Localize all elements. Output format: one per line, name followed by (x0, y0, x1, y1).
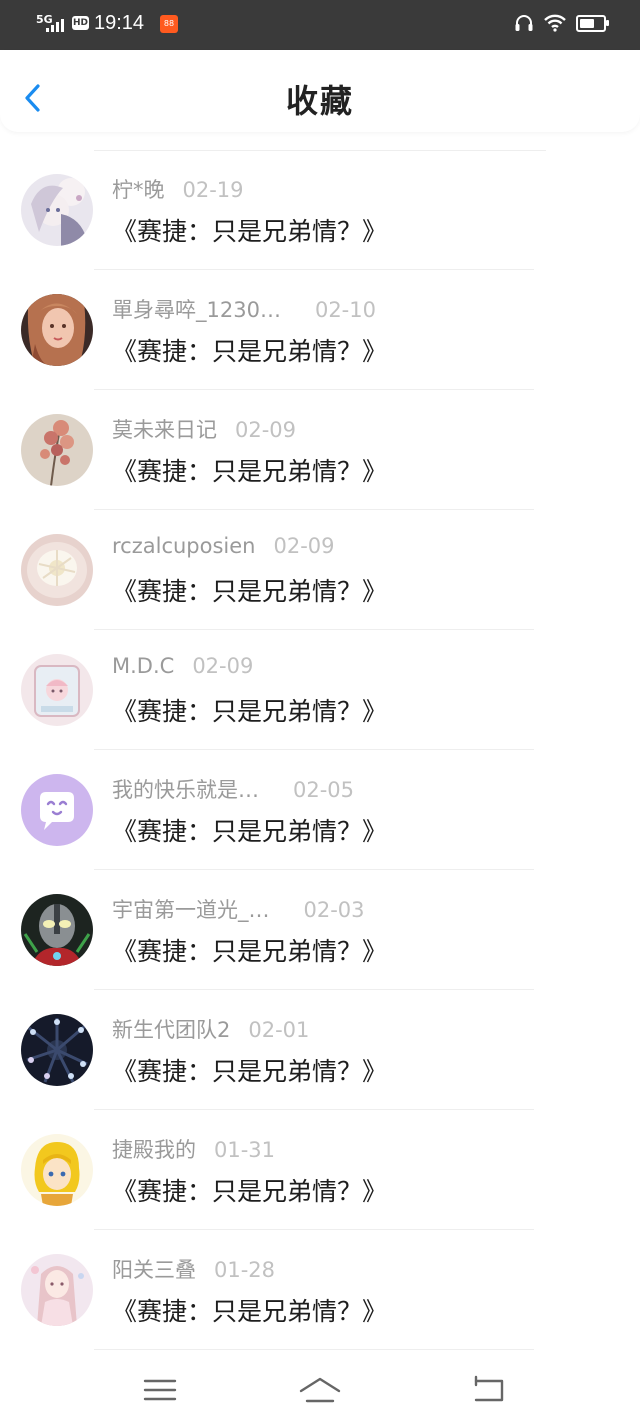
favorite-title: 《赛捷：只是兄弟情？》 (112, 217, 388, 246)
back-icon (474, 1375, 504, 1402)
favorite-item[interactable]: 莫未来日记 02-09 《赛捷：只是兄弟情？》 (0, 390, 640, 510)
username: M.D.C (112, 654, 175, 678)
date: 02-09 (235, 418, 297, 442)
favorite-title: 《赛捷：只是兄弟情？》 (112, 1177, 388, 1206)
favorite-title: 《赛捷：只是兄弟情？》 (112, 697, 388, 726)
date: 01-31 (214, 1138, 276, 1162)
username: 阳关三叠 (112, 1258, 196, 1282)
favorite-item[interactable]: 阳关三叠 01-28 《赛捷：只是兄弟情？》 (0, 1230, 640, 1350)
favorite-item[interactable]: M.D.C 02-09 《赛捷：只是兄弟情？》 (0, 630, 640, 750)
avatar[interactable] (21, 654, 93, 726)
avatar[interactable] (21, 774, 93, 846)
favorite-item[interactable]: 捷殿我的 01-31 《赛捷：只是兄弟情？》 (0, 1110, 640, 1230)
avatar[interactable] (21, 174, 93, 246)
system-nav-bar (0, 1355, 640, 1427)
date: 02-01 (248, 1018, 310, 1042)
username: 莫未来日记 (112, 418, 217, 442)
hd-badge: HD (72, 16, 89, 30)
avatar[interactable] (21, 1014, 93, 1086)
clock: 19:14 (94, 12, 145, 34)
status-bar: 5G HD 19:14 88 (0, 0, 640, 50)
date: 02-19 (182, 178, 244, 202)
signal-icon (46, 18, 64, 32)
header: 收藏 (0, 50, 640, 132)
avatar[interactable] (21, 294, 93, 366)
battery-icon (576, 14, 609, 32)
page-title: 收藏 (285, 82, 354, 120)
favorite-title: 《赛捷：只是兄弟情？》 (112, 577, 388, 606)
date: 02-03 (303, 898, 365, 922)
favorite-item[interactable]: 宇宙第一道光_… 02-03 《赛捷：只是兄弟情？》 (0, 870, 640, 990)
favorite-item[interactable]: 新生代团队2 02-01 《赛捷：只是兄弟情？》 (0, 990, 640, 1110)
date: 02-09 (273, 534, 335, 558)
favorite-title: 《赛捷：只是兄弟情？》 (112, 817, 388, 846)
favorite-title: 《赛捷：只是兄弟情？》 (112, 337, 388, 366)
avatar[interactable] (21, 1254, 93, 1326)
avatar[interactable] (21, 414, 93, 486)
username: 宇宙第一道光_… (112, 898, 270, 922)
avatar[interactable] (21, 894, 93, 966)
favorite-title: 《赛捷：只是兄弟情？》 (112, 1057, 388, 1086)
date: 02-10 (314, 298, 376, 322)
favorite-item[interactable]: rczalcuposien 02-09 《赛捷：只是兄弟情？》 (0, 510, 640, 630)
home-icon (299, 1377, 341, 1403)
favorite-item[interactable]: 我的快乐就是… 02-05 《赛捷：只是兄弟情？》 (0, 750, 640, 870)
home-button[interactable] (298, 1373, 342, 1407)
favorites-list: 柠*晚 02-19 《赛捷：只是兄弟情？》 單身尋啐_1230… 02-10 《赛捷… (0, 150, 640, 1350)
favorite-item[interactable]: 柠*晚 02-19 《赛捷：只是兄弟情？》 (0, 150, 640, 270)
favorite-title: 《赛捷：只是兄弟情？》 (112, 937, 388, 966)
date: 02-09 (192, 654, 254, 678)
wifi-icon (544, 14, 566, 32)
favorite-title: 《赛捷：只是兄弟情？》 (112, 457, 388, 486)
username: 單身尋啐_1230… (112, 298, 281, 322)
username: 柠*晚 (112, 178, 165, 202)
username: rczalcuposien (112, 534, 256, 558)
username: 我的快乐就是… (112, 778, 259, 802)
favorite-item[interactable]: 單身尋啐_1230… 02-10 《赛捷：只是兄弟情？》 (0, 270, 640, 390)
app-notification-icon: 88 (160, 15, 178, 33)
menu-button[interactable] (140, 1373, 180, 1407)
username: 新生代团队2 (112, 1018, 231, 1042)
headphones-icon (515, 15, 533, 31)
avatar[interactable] (21, 534, 93, 606)
username: 捷殿我的 (112, 1138, 196, 1162)
back-nav-button[interactable] (468, 1373, 508, 1407)
menu-icon (143, 1379, 177, 1401)
date: 01-28 (214, 1258, 276, 1282)
avatar[interactable] (21, 1134, 93, 1206)
divider (94, 1349, 534, 1350)
date: 02-05 (293, 778, 355, 802)
favorite-title: 《赛捷：只是兄弟情？》 (112, 1297, 388, 1326)
